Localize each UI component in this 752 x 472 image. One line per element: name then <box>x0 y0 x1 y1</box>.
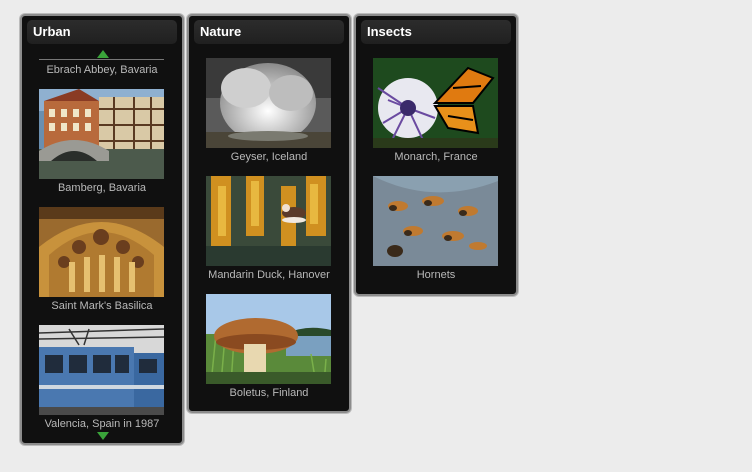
panel-title-urban: Urban <box>27 20 177 44</box>
panel-nature: Nature Geyser, Iceland Mandarin Duck, Ha… <box>187 14 351 413</box>
scroll-up-arrow-icon[interactable] <box>97 50 109 58</box>
gallery-item-monarch[interactable]: Monarch, France <box>373 58 498 163</box>
gallery-item-geyser[interactable]: Geyser, Iceland <box>206 58 331 163</box>
gallery-item-boletus[interactable]: Boletus, Finland <box>206 294 331 399</box>
gallery-item-bamberg[interactable]: Bamberg, Bavaria <box>39 89 164 194</box>
caption-valencia: Valencia, Spain in 1987 <box>44 418 160 430</box>
thumb-bamberg[interactable] <box>39 89 164 179</box>
gallery-item-saint-marks[interactable]: Saint Mark's Basilica <box>39 207 164 312</box>
caption-bamberg: Bamberg, Bavaria <box>57 182 147 194</box>
gallery-item-mandarin-duck[interactable]: Mandarin Duck, Hanover <box>206 176 331 281</box>
gallery-item-valencia[interactable]: Valencia, Spain in 1987 <box>39 325 164 430</box>
thumb-edge <box>39 59 164 60</box>
scroll-down-arrow-icon[interactable] <box>97 432 109 440</box>
caption-mandarin-duck: Mandarin Duck, Hanover <box>208 269 330 281</box>
thumb-monarch[interactable] <box>373 58 498 148</box>
panel-insects: Insects Monarch, France Hornets <box>354 14 518 296</box>
thumb-saint-marks[interactable] <box>39 207 164 297</box>
panel-urban: Urban Ebrach Abbey, Bavaria Bamberg, Bav… <box>20 14 184 445</box>
panel-title-nature: Nature <box>194 20 344 44</box>
panel-title-insects: Insects <box>361 20 511 44</box>
thumb-valencia[interactable] <box>39 325 164 415</box>
gallery-item-hornets[interactable]: Hornets <box>373 176 498 281</box>
thumb-hornets[interactable] <box>373 176 498 266</box>
caption-boletus: Boletus, Finland <box>229 387 309 399</box>
thumb-boletus[interactable] <box>206 294 331 384</box>
thumb-geyser[interactable] <box>206 58 331 148</box>
caption-hornets: Hornets <box>416 269 456 281</box>
caption-monarch: Monarch, France <box>394 151 478 163</box>
caption-saint-marks: Saint Mark's Basilica <box>51 300 153 312</box>
thumb-mandarin-duck[interactable] <box>206 176 331 266</box>
caption-ebrach: Ebrach Abbey, Bavaria <box>46 64 158 76</box>
caption-geyser: Geyser, Iceland <box>230 151 308 163</box>
